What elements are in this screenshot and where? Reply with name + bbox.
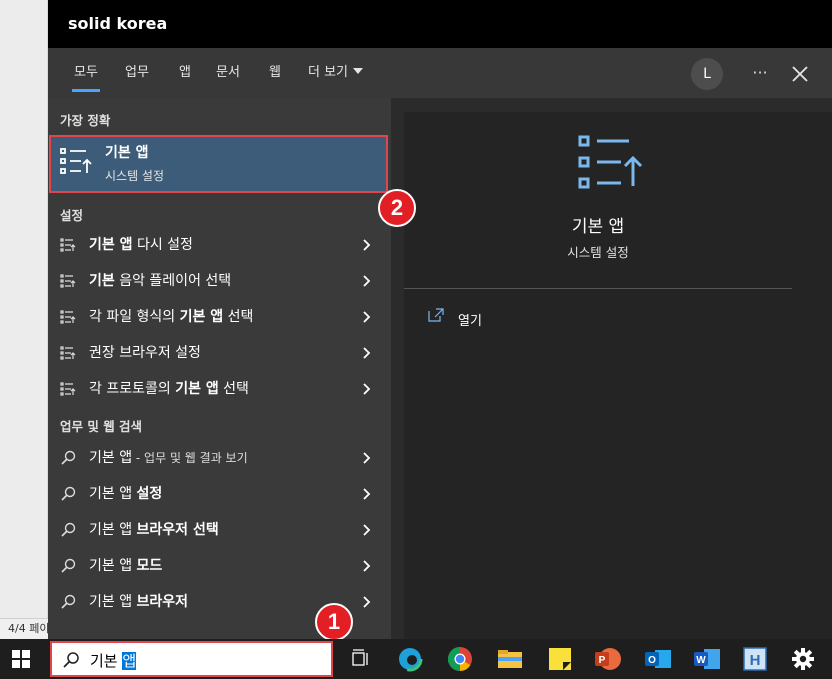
- more-options-icon[interactable]: ···: [748, 58, 772, 90]
- sticky-notes-icon[interactable]: [545, 644, 575, 674]
- chevron-down-icon: [353, 68, 364, 74]
- best-match-item[interactable]: 기본 앱 시스템 설정: [49, 135, 388, 193]
- tab-more[interactable]: 더 보기: [308, 48, 364, 98]
- preview-panel: 기본 앱 시스템 설정 열기: [404, 112, 832, 639]
- default-apps-icon: [60, 274, 76, 288]
- open-icon[interactable]: [428, 308, 444, 322]
- avatar[interactable]: L: [691, 58, 723, 90]
- default-apps-icon: [60, 148, 92, 174]
- open-action[interactable]: 열기: [458, 310, 482, 329]
- settings-item-label: 권장 브라우저 설정: [89, 345, 201, 361]
- svg-text:P: P: [599, 655, 606, 666]
- edge-icon[interactable]: [395, 644, 425, 674]
- close-icon[interactable]: [788, 59, 812, 89]
- window-title: solid korea: [68, 14, 168, 33]
- settings-item[interactable]: 각 프로토콜의 기본 앱 선택: [48, 371, 391, 407]
- default-apps-icon: [60, 382, 76, 396]
- chevron-right-icon: [363, 452, 371, 464]
- settings-item[interactable]: 권장 브라우저 설정: [48, 335, 391, 371]
- web-search-item[interactable]: 기본 앱 브라우저 선택: [48, 512, 391, 548]
- tab-all[interactable]: 모두: [72, 48, 100, 98]
- settings-item[interactable]: 각 파일 형식의 기본 앱 선택: [48, 299, 391, 335]
- background-status-text: 4/4 페이: [0, 618, 48, 639]
- taskbar-search-box[interactable]: 기본 앱: [50, 641, 333, 677]
- background-document: [0, 0, 48, 639]
- settings-item-label: 기본 음악 플레이어 선택: [89, 273, 232, 289]
- search-icon: [61, 594, 76, 609]
- preview-divider: [404, 288, 792, 289]
- chrome-icon[interactable]: [445, 644, 475, 674]
- powerpoint-icon[interactable]: P: [593, 644, 623, 674]
- outlook-icon[interactable]: O: [643, 644, 673, 674]
- chevron-right-icon: [363, 347, 371, 359]
- annotation-badge-2: 2: [378, 189, 416, 227]
- chevron-right-icon: [363, 596, 371, 608]
- chevron-right-icon: [363, 560, 371, 572]
- chevron-right-icon: [363, 524, 371, 536]
- web-search-item-label: 기본 앱 브라우저 선택: [89, 522, 219, 538]
- chevron-right-icon: [363, 239, 371, 251]
- web-search-item[interactable]: 기본 앱 모드: [48, 548, 391, 584]
- annotation-badge-1: 1: [315, 603, 353, 641]
- search-icon: [61, 558, 76, 573]
- search-selected-text: 앱: [122, 652, 137, 670]
- web-search-item-label: 기본 앱 설정: [89, 486, 163, 502]
- web-search-item-label: 기본 앱 브라우저: [89, 594, 189, 610]
- svg-text:W: W: [696, 655, 706, 666]
- task-view-icon[interactable]: [345, 644, 375, 674]
- default-apps-icon: [60, 238, 76, 252]
- file-explorer-icon[interactable]: [495, 644, 525, 674]
- tab-apps[interactable]: 앱: [179, 48, 191, 98]
- settings-item-label: 각 프로토콜의 기본 앱 선택: [89, 381, 249, 397]
- hangul-icon[interactable]: H: [740, 644, 770, 674]
- web-search-header: 업무 및 웹 검색: [60, 419, 143, 434]
- web-search-item-label: 기본 앱 모드: [89, 558, 163, 574]
- web-search-item[interactable]: 기본 앱 설정: [48, 476, 391, 512]
- search-window: solid korea 모두 업무 앱 문서 웹 더 보기 L ··· 가장 정…: [48, 0, 832, 639]
- settings-icon[interactable]: [788, 644, 818, 674]
- web-search-item-label: 기본 앱 - 업무 및 웹 결과 보기: [89, 450, 248, 466]
- settings-header: 설정: [60, 208, 84, 223]
- settings-item-label: 기본 앱 다시 설정: [89, 237, 193, 253]
- title-bar: solid korea: [48, 0, 832, 48]
- preview-subtitle: 시스템 설정: [567, 245, 629, 260]
- windows-start-icon[interactable]: [12, 650, 30, 668]
- chevron-right-icon: [363, 311, 371, 323]
- chevron-right-icon: [363, 275, 371, 287]
- taskbar: 기본 앱 P O W H: [0, 639, 832, 679]
- default-apps-icon: [60, 346, 76, 360]
- svg-text:O: O: [648, 655, 656, 666]
- search-icon: [61, 450, 76, 465]
- web-search-item[interactable]: 기본 앱 - 업무 및 웹 결과 보기: [48, 440, 391, 476]
- search-input[interactable]: 기본 앱: [90, 650, 137, 671]
- settings-item-label: 각 파일 형식의 기본 앱 선택: [89, 309, 254, 325]
- best-match-header: 가장 정확: [60, 113, 111, 128]
- preview-title: 기본 앱: [571, 217, 625, 237]
- default-apps-icon: [578, 135, 643, 189]
- results-panel: 가장 정확 기본 앱 시스템 설정 설정 기본 앱 다시 설정 기본 음악 플레…: [48, 98, 391, 639]
- chevron-right-icon: [363, 488, 371, 500]
- settings-item[interactable]: 기본 음악 플레이어 선택: [48, 263, 391, 299]
- svg-text:H: H: [750, 652, 761, 669]
- tab-work[interactable]: 업무: [125, 48, 149, 98]
- search-icon: [61, 522, 76, 537]
- word-icon[interactable]: W: [692, 644, 722, 674]
- best-match-title: 기본 앱: [105, 145, 149, 161]
- search-icon: [61, 486, 76, 501]
- tab-more-label: 더 보기: [308, 65, 349, 80]
- tab-documents[interactable]: 문서: [216, 48, 240, 98]
- default-apps-icon: [60, 310, 76, 324]
- chevron-right-icon: [363, 383, 371, 395]
- settings-item[interactable]: 기본 앱 다시 설정: [48, 227, 391, 263]
- best-match-subtitle: 시스템 설정: [105, 169, 165, 183]
- search-icon: [63, 652, 79, 668]
- tab-web[interactable]: 웹: [269, 48, 281, 98]
